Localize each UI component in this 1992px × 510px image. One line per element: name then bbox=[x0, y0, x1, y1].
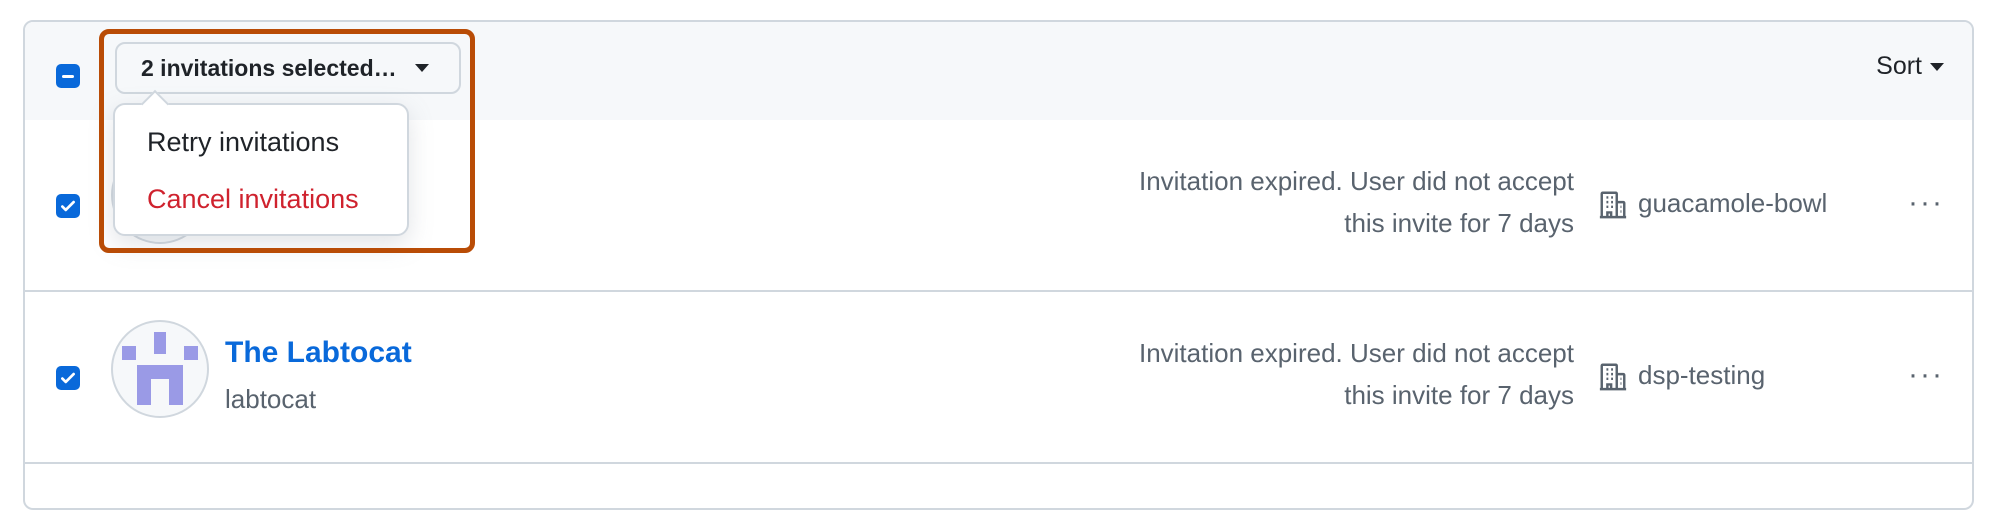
check-icon bbox=[61, 372, 75, 384]
invitation-status: Invitation expired. User did not accept … bbox=[1138, 338, 1574, 410]
more-options-button[interactable]: ··· bbox=[1908, 360, 1944, 390]
organization[interactable]: dsp-testing bbox=[1598, 360, 1765, 391]
building-icon bbox=[1599, 191, 1627, 218]
organization[interactable]: guacamole-bowl bbox=[1598, 188, 1827, 219]
table-row: The Labtocat labtocat Invitation expired… bbox=[25, 292, 1972, 464]
row-checkbox[interactable] bbox=[56, 194, 80, 218]
invitations-list: 2 invitations selected… Sort Invitation … bbox=[23, 20, 1974, 510]
organization-name: dsp-testing bbox=[1638, 360, 1766, 390]
invitation-status: Invitation expired. User did not accept … bbox=[1138, 166, 1574, 238]
avatar[interactable] bbox=[111, 320, 209, 418]
more-options-button[interactable]: ··· bbox=[1908, 188, 1944, 218]
identicon-icon bbox=[122, 332, 198, 405]
user-login: labtocat bbox=[225, 384, 317, 414]
caret-down-icon bbox=[414, 64, 429, 72]
sort-dropdown[interactable]: Sort bbox=[1876, 52, 1944, 81]
building-icon bbox=[1599, 363, 1627, 390]
sort-label: Sort bbox=[1876, 52, 1922, 80]
organization-name: guacamole-bowl bbox=[1638, 188, 1828, 218]
check-icon bbox=[61, 200, 75, 212]
bulk-actions-label: 2 invitations selected… bbox=[141, 54, 397, 81]
bulk-actions-dropdown[interactable]: 2 invitations selected… bbox=[115, 42, 461, 94]
cancel-invitations-menu-item[interactable]: Cancel invitations bbox=[147, 184, 359, 215]
user-display-name[interactable]: The Labtocat bbox=[225, 336, 412, 370]
caret-down-icon bbox=[1930, 62, 1944, 71]
select-all-checkbox[interactable] bbox=[56, 64, 80, 88]
retry-invitations-menu-item[interactable]: Retry invitations bbox=[147, 127, 339, 158]
row-checkbox[interactable] bbox=[56, 366, 80, 390]
bulk-actions-menu: Retry invitations Cancel invitations bbox=[113, 103, 409, 236]
